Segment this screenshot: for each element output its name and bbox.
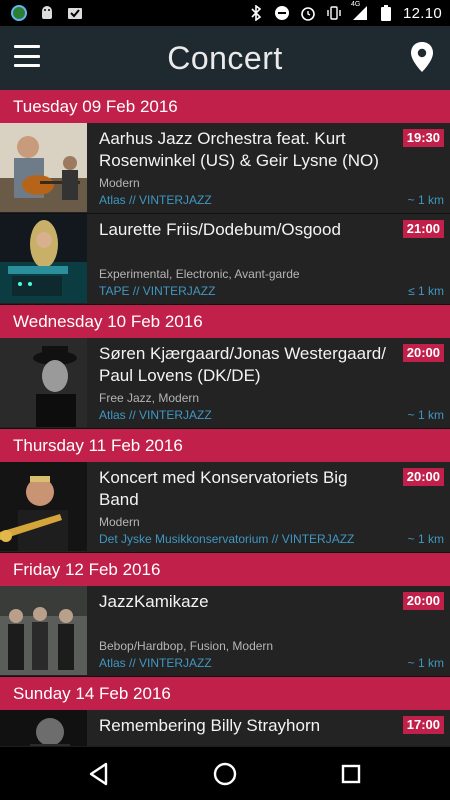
navigation-bar xyxy=(0,747,450,800)
day-header: Friday 12 Feb 2016 xyxy=(0,553,450,586)
event-distance: ~ 1 km xyxy=(407,532,444,546)
day-header: Tuesday 09 Feb 2016 xyxy=(0,90,450,123)
event-venue: Atlas // VINTERJAZZ xyxy=(99,656,212,670)
home-icon[interactable] xyxy=(212,761,238,787)
event-time-badge: 20:00 xyxy=(402,592,444,610)
event-thumbnail xyxy=(0,338,87,427)
event-item[interactable]: Aarhus Jazz Orchestra feat. Kurt Rosenwi… xyxy=(0,123,450,214)
status-left xyxy=(10,4,84,22)
event-title: Remembering Billy Strayhorn xyxy=(99,716,321,735)
event-genre: Free Jazz, Modern xyxy=(99,391,200,405)
checkbox-app-icon xyxy=(66,4,84,22)
app-bar: Concert xyxy=(0,26,450,90)
event-item[interactable]: Koncert med Konservatoriets Big Band 20:… xyxy=(0,462,450,553)
event-thumbnail xyxy=(0,586,87,675)
event-distance: ~ 1 km xyxy=(407,193,444,207)
clock: 12.10 xyxy=(402,4,442,22)
event-title: Laurette Friis/Dodebum/Osgood xyxy=(99,220,341,239)
event-item[interactable]: Søren Kjærgaard/Jonas Westergaard/ Paul … xyxy=(0,338,450,429)
event-distance: ~ 1 km xyxy=(407,408,444,422)
event-title: JazzKamikaze xyxy=(99,592,209,611)
event-distance: ~ 1 km xyxy=(407,656,444,670)
event-list[interactable]: Tuesday 09 Feb 2016 Aarhus Jazz Orchestr… xyxy=(0,90,450,746)
event-distance: ≤ 1 km xyxy=(408,284,444,298)
do-not-disturb-icon xyxy=(273,4,291,22)
event-title: Søren Kjærgaard/Jonas Westergaard/ Paul … xyxy=(99,344,386,385)
network-type-label: 4G xyxy=(350,1,361,8)
event-thumbnail xyxy=(0,710,87,746)
android-icon xyxy=(38,4,56,22)
event-thumbnail xyxy=(0,462,87,551)
event-title: Koncert med Konservatoriets Big Band xyxy=(99,468,348,509)
page-title: Concert xyxy=(167,40,283,76)
event-genre: Modern xyxy=(99,176,140,190)
event-venue: Det Jyske Musikkonservatorium // VINTERJ… xyxy=(99,532,355,546)
event-venue: TAPE // VINTERJAZZ xyxy=(99,284,216,298)
back-icon[interactable] xyxy=(86,761,112,787)
status-right: 4G 12.10 xyxy=(247,1,442,22)
event-time-badge: 21:00 xyxy=(402,220,444,238)
event-venue: Atlas // VINTERJAZZ xyxy=(99,193,212,207)
status-bar: 4G 12.10 xyxy=(0,0,450,26)
event-time-badge: 17:00 xyxy=(402,716,444,734)
event-genre: Modern xyxy=(99,515,140,529)
bluetooth-icon xyxy=(247,4,265,22)
event-time-badge: 20:00 xyxy=(402,468,444,486)
day-header: Wednesday 10 Feb 2016 xyxy=(0,305,450,338)
signal-icon: 4G xyxy=(350,1,369,22)
day-header: Sunday 14 Feb 2016 xyxy=(0,677,450,710)
event-item[interactable]: JazzKamikaze 20:00 Bebop/Hardbop, Fusion… xyxy=(0,586,450,677)
event-thumbnail xyxy=(0,123,87,212)
event-time-badge: 19:30 xyxy=(402,129,444,147)
event-genre: Experimental, Electronic, Avant-garde xyxy=(99,267,300,281)
event-time-badge: 20:00 xyxy=(402,344,444,362)
event-genre: Bebop/Hardbop, Fusion, Modern xyxy=(99,639,274,653)
recents-icon[interactable] xyxy=(338,761,364,787)
event-thumbnail xyxy=(0,214,87,303)
globe-app-icon xyxy=(10,4,28,22)
vibrate-icon xyxy=(325,4,343,22)
battery-icon xyxy=(377,4,395,22)
event-venue: Atlas // VINTERJAZZ xyxy=(99,408,212,422)
location-pin-icon[interactable] xyxy=(410,42,434,72)
event-item[interactable]: Remembering Billy Strayhorn 17:00 xyxy=(0,710,450,746)
event-title: Aarhus Jazz Orchestra feat. Kurt Rosenwi… xyxy=(99,129,379,170)
day-header: Thursday 11 Feb 2016 xyxy=(0,429,450,462)
alarm-icon xyxy=(299,4,317,22)
event-item[interactable]: Laurette Friis/Dodebum/Osgood 21:00 Expe… xyxy=(0,214,450,305)
